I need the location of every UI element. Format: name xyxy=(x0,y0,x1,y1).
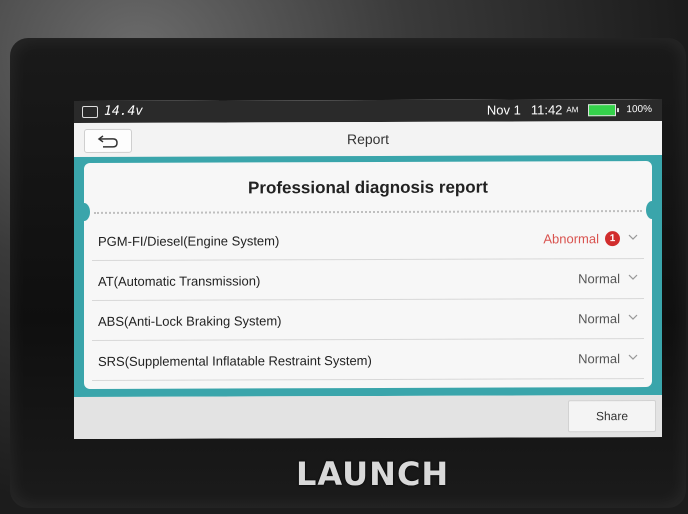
system-name: PGM-FI/Diesel(Engine System) xyxy=(98,233,280,249)
system-row-engine[interactable]: PGM-FI/Diesel(Engine System) Abnormal 1 xyxy=(92,219,644,261)
title-bar: Report xyxy=(74,120,662,159)
status-date: Nov 1 xyxy=(486,102,521,118)
system-row-abs[interactable]: ABS(Anti-Lock Braking System) Normal xyxy=(92,299,644,341)
page-title: Report xyxy=(346,130,390,148)
divider xyxy=(94,210,642,214)
voltage-readout: 14.4v xyxy=(104,103,144,119)
share-button[interactable]: Share xyxy=(568,399,656,433)
status-right: Nov 1 11:42 AM 100% xyxy=(486,102,652,118)
chevron-down-icon[interactable] xyxy=(628,272,638,282)
device-brand-logo: LAUNCH xyxy=(296,455,450,493)
fault-count-badge: 1 xyxy=(605,231,620,247)
device-body: LAUNCH 14.4v Nov 1 11:42 AM 100% Report … xyxy=(0,0,688,514)
status-text: Abnormal xyxy=(543,231,599,247)
bottom-bar: Share xyxy=(74,394,662,440)
system-status: Normal xyxy=(578,311,620,327)
report-heading: Professional diagnosis report xyxy=(248,177,488,198)
system-status: Abnormal 1 xyxy=(543,231,620,246)
report-card: Professional diagnosis report PGM-FI/Die… xyxy=(78,161,658,389)
status-bar: 14.4v Nov 1 11:42 AM 100% xyxy=(74,98,662,124)
vehicle-icon xyxy=(82,105,98,118)
system-row-srs[interactable]: SRS(Supplemental Inflatable Restraint Sy… xyxy=(92,339,644,381)
battery-icon xyxy=(588,103,617,116)
system-row-transmission[interactable]: AT(Automatic Transmission) Normal xyxy=(92,259,644,301)
chevron-down-icon[interactable] xyxy=(628,232,638,242)
battery-percent: 100% xyxy=(626,104,652,116)
status-left: 14.4v xyxy=(82,104,143,119)
system-name: SRS(Supplemental Inflatable Restraint Sy… xyxy=(98,352,372,369)
chevron-down-icon[interactable] xyxy=(628,352,638,362)
system-list: PGM-FI/Diesel(Engine System) Abnormal 1 … xyxy=(92,219,644,381)
status-time: 11:42 xyxy=(530,102,563,118)
status-ampm: AM xyxy=(566,105,579,115)
report-frame: Professional diagnosis report PGM-FI/Die… xyxy=(74,154,662,398)
screen: 14.4v Nov 1 11:42 AM 100% Report Profess… xyxy=(74,98,662,440)
system-status: Normal xyxy=(578,271,620,287)
card-notch-left xyxy=(78,202,90,222)
system-name: ABS(Anti-Lock Braking System) xyxy=(98,313,282,329)
system-status: Normal xyxy=(578,351,620,367)
card-notch-right xyxy=(646,200,658,220)
system-name: AT(Automatic Transmission) xyxy=(98,273,261,289)
chevron-down-icon[interactable] xyxy=(628,312,638,322)
